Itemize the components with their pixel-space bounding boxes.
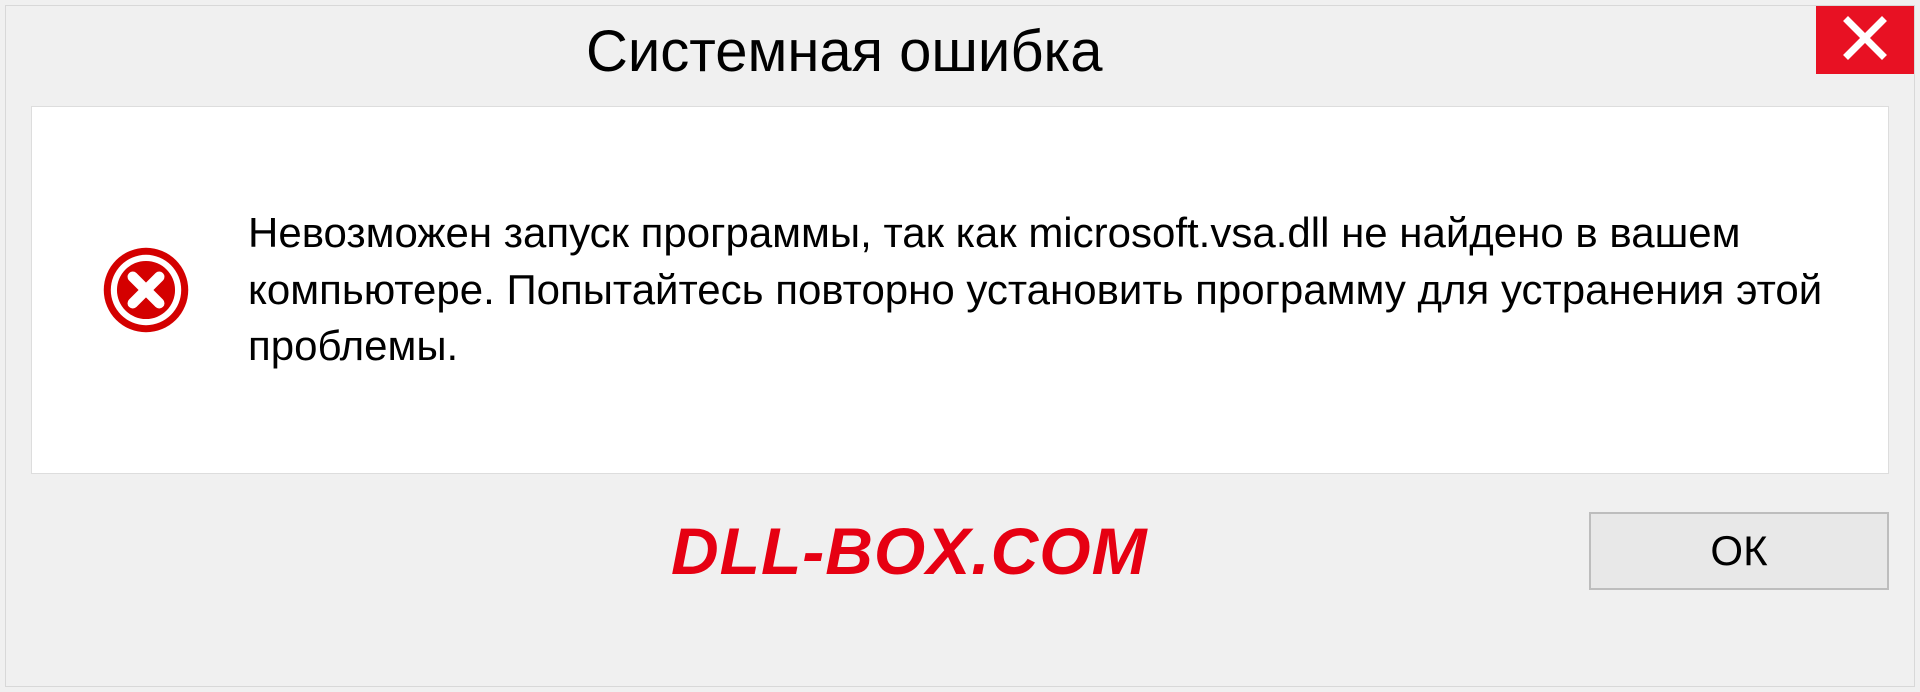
close-button[interactable] (1816, 6, 1914, 74)
close-icon (1842, 15, 1888, 66)
watermark-text: DLL-BOX.COM (31, 513, 1148, 589)
titlebar: Системная ошибка (6, 6, 1914, 96)
content-panel: Невозможен запуск программы, так как mic… (31, 106, 1889, 474)
error-icon (102, 246, 190, 334)
ok-button[interactable]: ОК (1589, 512, 1889, 590)
error-dialog: Системная ошибка Невозможен запуск прогр… (5, 5, 1915, 687)
dialog-title: Системная ошибка (6, 6, 1102, 85)
dialog-footer: DLL-BOX.COM ОК (6, 474, 1914, 590)
error-message: Невозможен запуск программы, так как mic… (248, 205, 1828, 375)
